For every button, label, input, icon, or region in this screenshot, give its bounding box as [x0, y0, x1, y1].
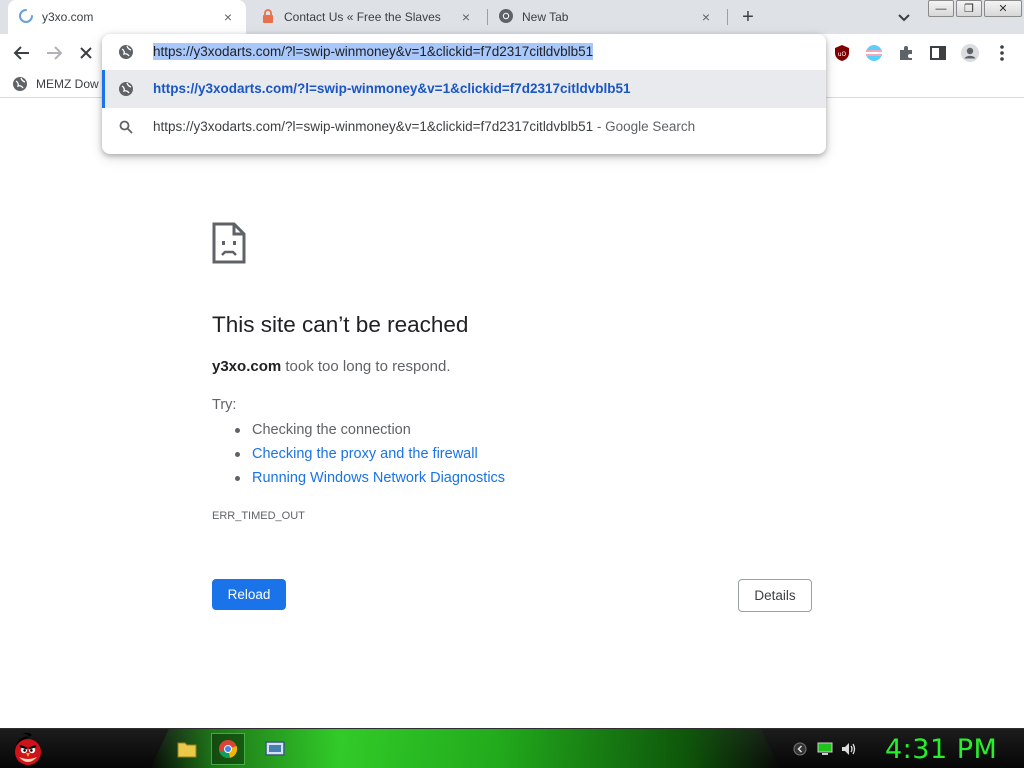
taskbar-clock[interactable]: 4:31 PM — [885, 734, 997, 765]
chrome-icon — [219, 740, 238, 759]
suggestion-text: https://y3xodarts.com/?l=swip-winmoney&v… — [153, 81, 631, 96]
more-vertical-icon — [1000, 45, 1004, 61]
tab-title: Contact Us « Free the Slaves — [284, 10, 441, 24]
new-tab-button[interactable]: + — [736, 5, 760, 29]
taskbar-chrome-button[interactable] — [211, 733, 245, 765]
suggestion-query: https://y3xodarts.com/?l=swip-winmoney&v… — [153, 119, 594, 134]
chrome-favicon-icon — [498, 8, 514, 27]
angry-bird-icon — [15, 732, 41, 765]
start-button[interactable] — [8, 731, 48, 767]
chevron-icon — [793, 742, 807, 756]
tab-strip: y3xo.com × Contact Us « Free the Slaves … — [0, 0, 1024, 34]
bookmark-label: MEMZ Dow — [36, 77, 99, 91]
network-tray-icon[interactable] — [816, 740, 834, 758]
globe-icon — [118, 81, 134, 97]
tab-close-button[interactable]: × — [220, 9, 236, 25]
shield-icon: uO — [835, 45, 849, 61]
suggestions-list: Checking the connection Checking the pro… — [232, 420, 505, 492]
proxy-firewall-link[interactable]: Checking the proxy and the firewall — [232, 444, 505, 468]
ublock-extension-icon[interactable]: uO — [831, 42, 853, 64]
error-host: y3xo.com — [212, 358, 282, 375]
menu-button[interactable] — [991, 42, 1013, 64]
tab-title: New Tab — [522, 10, 569, 24]
forward-button[interactable] — [42, 41, 66, 65]
error-description: y3xo.com took too long to respond. — [212, 358, 451, 375]
tab-separator — [727, 9, 728, 25]
restore-button[interactable]: ❐ — [956, 0, 982, 17]
suggestion-text: https://y3xodarts.com/?l=swip-winmoney&v… — [153, 119, 695, 134]
tab-contact-us[interactable]: Contact Us « Free the Slaves × — [250, 0, 484, 34]
network-diagnostics-link[interactable]: Running Windows Network Diagnostics — [232, 468, 505, 492]
stop-loading-button[interactable] — [74, 41, 98, 65]
loading-spinner-icon — [18, 8, 34, 27]
avatar-icon — [961, 44, 979, 62]
taskbar-app-button[interactable] — [258, 733, 292, 765]
search-icon — [118, 119, 134, 135]
tab-close-button[interactable]: × — [458, 9, 474, 25]
extensions-button[interactable] — [895, 42, 917, 64]
suggestion-item: Checking the connection — [232, 420, 505, 444]
omnibox-suggestion[interactable]: https://y3xodarts.com/?l=swip-winmoney&v… — [102, 108, 826, 146]
tab-title: y3xo.com — [42, 10, 94, 24]
svg-text:uO: uO — [838, 51, 847, 58]
monitor-icon — [265, 741, 285, 756]
close-icon — [80, 47, 92, 59]
error-description-text: took too long to respond. — [281, 358, 451, 375]
details-button[interactable]: Details — [738, 579, 812, 612]
back-button[interactable] — [10, 41, 34, 65]
tab-close-button[interactable]: × — [698, 9, 714, 25]
globe-icon — [118, 44, 134, 65]
extension-icon[interactable] — [863, 42, 885, 64]
omnibox-dropdown: https://y3xodarts.com/?l=swip-winmoney&v… — [102, 34, 826, 154]
omnibox-suggestion[interactable]: https://y3xodarts.com/?l=swip-winmoney&v… — [102, 70, 826, 108]
taskbar — [0, 728, 1024, 768]
profile-button[interactable] — [959, 42, 981, 64]
network-icon — [817, 742, 833, 755]
side-panel-button[interactable] — [927, 42, 949, 64]
globe-icon — [13, 77, 27, 91]
arrow-right-icon — [47, 46, 63, 60]
try-label: Try: — [212, 397, 237, 413]
tab-new-tab[interactable]: New Tab × — [488, 0, 724, 34]
chevron-down-icon — [898, 14, 910, 22]
show-hidden-icons-button[interactable] — [791, 740, 809, 758]
folder-icon — [177, 742, 197, 758]
sad-page-icon — [212, 222, 246, 269]
close-window-button[interactable]: ✕ — [984, 0, 1022, 17]
address-bar[interactable]: https://y3xodarts.com/?l=swip-winmoney&v… — [102, 34, 826, 70]
volume-tray-icon[interactable] — [840, 740, 858, 758]
tab-search-button[interactable] — [894, 7, 914, 27]
address-input[interactable]: https://y3xodarts.com/?l=swip-winmoney&v… — [153, 43, 594, 60]
side-panel-icon — [930, 46, 946, 60]
selection-indicator — [102, 70, 105, 108]
taskbar-explorer-button[interactable] — [170, 733, 204, 765]
arrow-left-icon — [13, 46, 29, 60]
tab-y3xo[interactable]: y3xo.com × — [8, 0, 246, 34]
minimize-button[interactable]: — — [928, 0, 954, 17]
error-title: This site can’t be reached — [212, 312, 469, 337]
suggestion-suffix: - Google Search — [593, 119, 696, 134]
flag-icon — [866, 45, 882, 61]
speaker-icon — [842, 743, 856, 755]
error-code: ERR_TIMED_OUT — [212, 510, 305, 522]
lock-favicon-icon — [260, 8, 276, 27]
window-controls: — ❐ ✕ — [928, 0, 1024, 18]
bookmark-memz[interactable]: MEMZ Dow — [12, 76, 99, 92]
reload-button[interactable]: Reload — [212, 579, 286, 610]
puzzle-icon — [900, 46, 912, 60]
